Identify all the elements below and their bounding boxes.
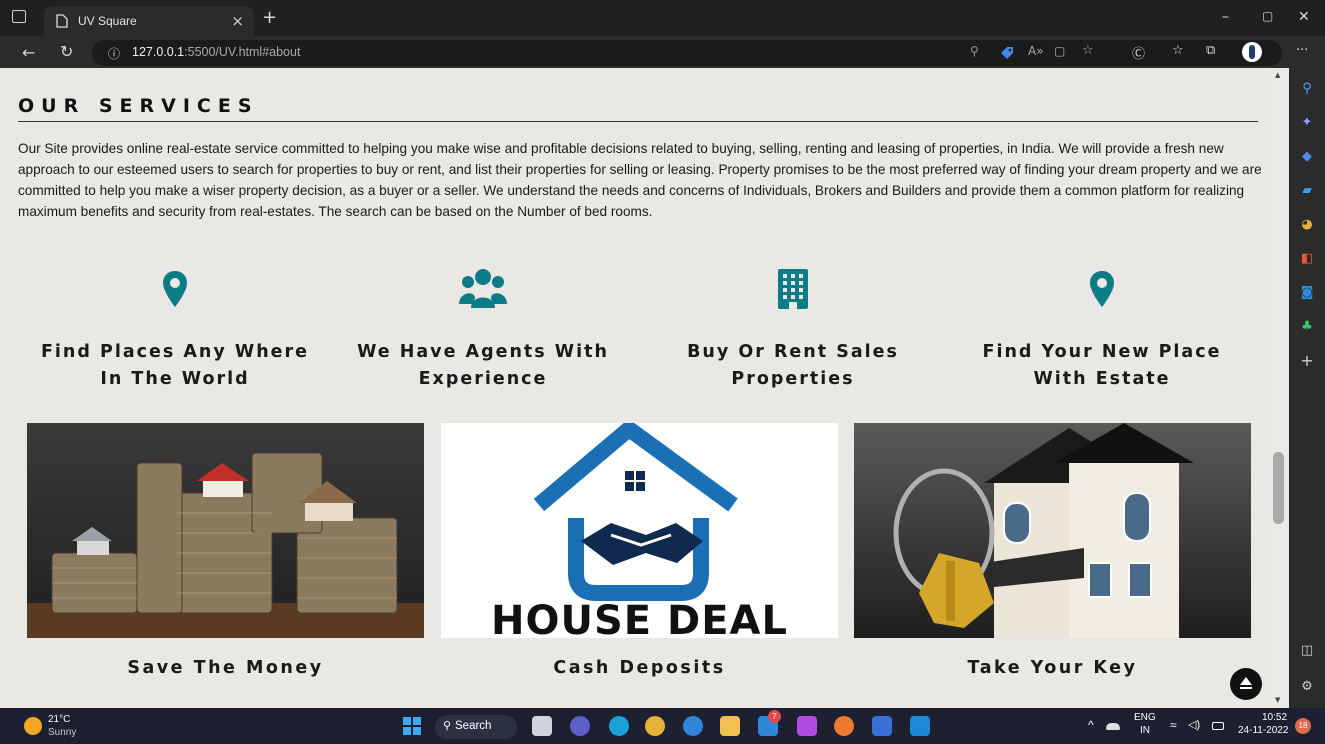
feature-label: Find Your New Place With Estate bbox=[982, 342, 1222, 389]
feature-buy-rent: Buy Or Rent Sales Properties bbox=[643, 268, 943, 393]
house-deal-logo-image: HOUSE DEAL bbox=[441, 423, 838, 638]
card-caption: Cash Deposits bbox=[553, 658, 726, 678]
collections-icon[interactable]: ⧉ bbox=[1206, 43, 1215, 58]
feature-label: Find Places Any Where In The World bbox=[40, 342, 310, 389]
edge-sidebar: ⚲ ✦ ◆ ▰ ◕ ◧ ◙ ♣ + ◫ ⚙ bbox=[1289, 68, 1325, 708]
map-pin-icon bbox=[163, 271, 187, 307]
card-caption: Take Your Key bbox=[967, 658, 1138, 678]
app-w-icon[interactable] bbox=[683, 716, 703, 736]
card-caption: Save The Money bbox=[127, 658, 324, 678]
split-screen-icon[interactable]: ◫ bbox=[1298, 642, 1316, 660]
search-icon: ⚲ bbox=[443, 720, 452, 732]
file-explorer-icon[interactable] bbox=[720, 716, 740, 736]
users-group-icon bbox=[459, 269, 507, 308]
copilot-icon[interactable]: Ⓒ bbox=[1132, 43, 1145, 62]
clock-date[interactable]: 24-11-2022 bbox=[1238, 725, 1288, 736]
mail-badge: 7 bbox=[768, 710, 781, 723]
feature-label: Buy Or Rent Sales Properties bbox=[687, 342, 899, 389]
clock-time[interactable]: 10:52 bbox=[1262, 712, 1287, 723]
building-icon bbox=[778, 269, 808, 309]
tab-close-button[interactable]: × bbox=[231, 12, 244, 30]
house-with-keys-image bbox=[854, 423, 1251, 638]
favorites-icon[interactable]: ☆ bbox=[1172, 43, 1184, 58]
browser-tab[interactable]: UV Square × bbox=[44, 6, 254, 36]
section-heading: OUR SERVICES bbox=[18, 95, 259, 117]
app-wc-icon[interactable] bbox=[872, 716, 892, 736]
weather-sun-icon[interactable] bbox=[24, 717, 42, 735]
profile-icon[interactable] bbox=[1242, 42, 1262, 62]
address-bar[interactable]: ⓘ 127.0.0.1:5500/UV.html#about ⚲ A» ▢ ☆ … bbox=[92, 40, 1282, 66]
key-icon[interactable]: ⚲ bbox=[970, 44, 979, 58]
refresh-icon[interactable]: ↻ bbox=[60, 42, 73, 61]
settings-icon[interactable]: ⚙ bbox=[1298, 678, 1316, 696]
scroll-to-top-button[interactable] bbox=[1230, 668, 1262, 700]
teams-chat-icon[interactable] bbox=[570, 716, 590, 736]
games-icon[interactable]: ◕ bbox=[1298, 216, 1316, 234]
search-icon[interactable]: ⚲ bbox=[1298, 80, 1316, 98]
volume-icon[interactable]: ◁) bbox=[1188, 718, 1200, 731]
feature-new-place: Find Your New Place With Estate bbox=[952, 268, 1252, 393]
minimize-button[interactable]: – bbox=[1222, 9, 1229, 25]
scrollbar-thumb[interactable] bbox=[1273, 452, 1284, 524]
site-info-icon[interactable]: ⓘ bbox=[108, 45, 120, 62]
windows-taskbar: 21°C Sunny ⚲ Search 7 ^ ENG IN ≈ ◁) 10:5… bbox=[0, 708, 1325, 744]
taskbar-search[interactable]: ⚲ Search bbox=[435, 715, 517, 739]
feature-find-places: Find Places Any Where In The World bbox=[25, 268, 325, 393]
page-icon bbox=[56, 14, 68, 28]
outlook-icon[interactable]: ◙ bbox=[1298, 284, 1316, 302]
back-arrow-icon[interactable]: ← bbox=[22, 43, 35, 62]
tag-icon[interactable] bbox=[1000, 46, 1014, 60]
weather-desc[interactable]: Sunny bbox=[48, 727, 76, 738]
battery-icon[interactable] bbox=[1212, 722, 1224, 730]
firefox-icon[interactable] bbox=[834, 716, 854, 736]
add-icon[interactable]: + bbox=[1298, 352, 1316, 370]
eject-arrow-icon bbox=[1240, 677, 1252, 689]
feature-agents: We Have Agents With Experience bbox=[333, 268, 633, 393]
language-bottom[interactable]: IN bbox=[1140, 725, 1150, 736]
tree-icon[interactable]: ♣ bbox=[1298, 318, 1316, 336]
wifi-icon[interactable]: ≈ bbox=[1170, 718, 1177, 732]
new-tab-button[interactable]: + bbox=[262, 7, 277, 28]
page-viewport: OUR SERVICES Our Site provides online re… bbox=[0, 68, 1282, 708]
tools-briefcase-icon[interactable]: ▰ bbox=[1298, 182, 1316, 200]
vscode-icon[interactable] bbox=[910, 716, 930, 736]
shopping-tag-icon[interactable]: ◆ bbox=[1298, 148, 1316, 166]
url-text[interactable]: 127.0.0.1:5500/UV.html#about bbox=[132, 45, 300, 59]
edge-browser-icon[interactable] bbox=[609, 716, 629, 736]
heading-divider bbox=[18, 121, 1258, 122]
feature-label: We Have Agents With Experience bbox=[357, 342, 609, 389]
copilot-sparkle-icon[interactable]: ✦ bbox=[1298, 114, 1316, 132]
mail-icon[interactable]: 7 bbox=[758, 710, 781, 736]
weather-temp[interactable]: 21°C bbox=[48, 714, 70, 725]
notification-badge[interactable]: 18 bbox=[1295, 718, 1311, 734]
app-game-icon[interactable] bbox=[797, 716, 817, 736]
tab-bar: UV Square × + – ▢ ✕ bbox=[0, 0, 1325, 36]
favorite-star-icon[interactable]: ☆ bbox=[1082, 43, 1094, 58]
house-deal-logo-text: HOUSE DEAL bbox=[491, 598, 788, 638]
restore-button[interactable]: ▢ bbox=[1262, 9, 1273, 23]
read-aloud-icon[interactable]: A» bbox=[1028, 44, 1044, 58]
close-window-button[interactable]: ✕ bbox=[1298, 9, 1310, 25]
language-top[interactable]: ENG bbox=[1134, 712, 1156, 723]
page-scrollbar[interactable]: ▲ ▼ bbox=[1270, 68, 1289, 708]
immersive-reader-icon[interactable]: ▢ bbox=[1054, 44, 1065, 58]
scroll-down-icon[interactable]: ▼ bbox=[1275, 696, 1280, 704]
tray-chevron-icon[interactable]: ^ bbox=[1088, 718, 1094, 732]
map-pin-icon bbox=[1090, 271, 1114, 307]
task-view-icon[interactable] bbox=[532, 716, 552, 736]
office-icon[interactable]: ◧ bbox=[1298, 250, 1316, 268]
scroll-up-icon[interactable]: ▲ bbox=[1275, 71, 1280, 79]
tab-actions-icon[interactable] bbox=[12, 10, 26, 23]
services-description: Our Site provides online real-estate ser… bbox=[18, 141, 1262, 219]
windows-start-icon[interactable] bbox=[403, 717, 421, 735]
tab-title: UV Square bbox=[78, 14, 137, 28]
chrome-browser-icon[interactable] bbox=[645, 716, 665, 736]
onedrive-cloud-icon[interactable] bbox=[1106, 723, 1120, 730]
more-menu-button[interactable]: ··· bbox=[1296, 43, 1308, 58]
houses-on-coins-image bbox=[27, 423, 424, 638]
